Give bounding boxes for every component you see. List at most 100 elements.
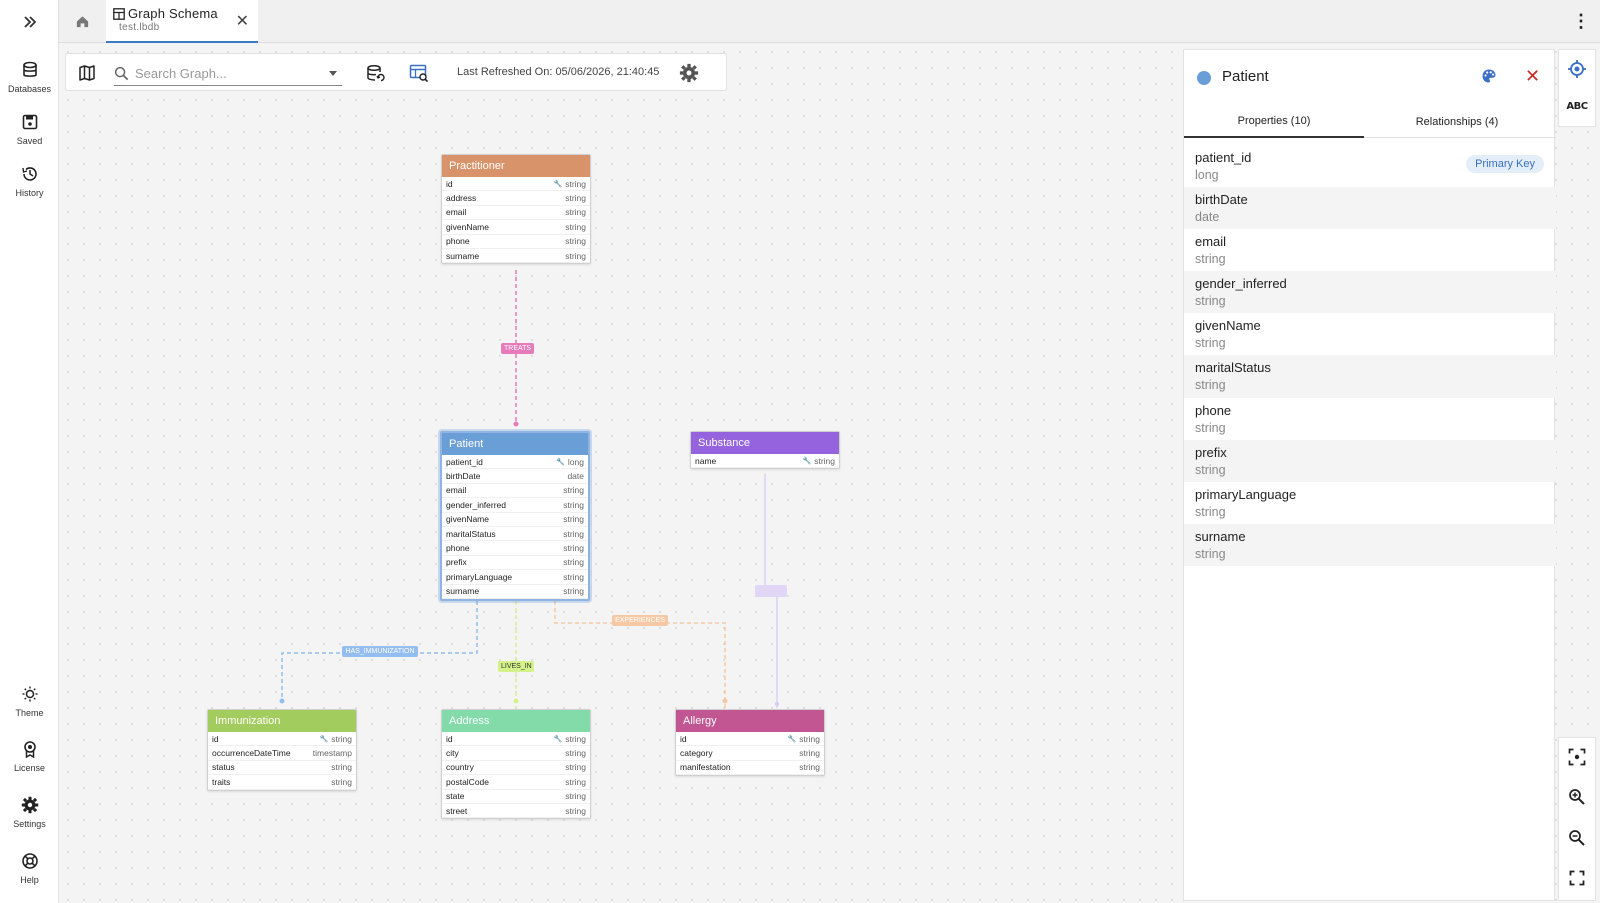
- property-list-item[interactable]: birthDate date: [1184, 187, 1556, 230]
- property-type: string: [565, 748, 586, 759]
- abc-icon: ABC: [1566, 100, 1588, 112]
- node-property-row: id 🔧 string: [676, 732, 824, 747]
- panel-title: Patient: [1222, 68, 1269, 85]
- sidebar-item-settings[interactable]: Settings: [0, 796, 59, 829]
- node-practitioner[interactable]: Practitioner id 🔧 string address string email s…: [441, 154, 591, 265]
- database-icon: [22, 61, 37, 77]
- property-type-cell: string: [565, 251, 586, 261]
- palette-button[interactable]: [1481, 68, 1497, 89]
- property-name: birthDate: [1195, 192, 1248, 208]
- sidebar-item-label: License: [13, 763, 46, 773]
- zoom-in-button[interactable]: [1559, 779, 1595, 815]
- node-immunization[interactable]: Immunization id 🔧 string occurrenceDateTime t…: [207, 709, 357, 791]
- property-type: string: [565, 250, 586, 261]
- edge-label-experiences[interactable]: EXPERIENCES: [612, 615, 668, 626]
- node-property-row: birthDate date: [442, 469, 588, 484]
- locate-button[interactable]: [1559, 51, 1595, 87]
- chevron-down-icon[interactable]: [329, 71, 337, 76]
- node-patient[interactable]: Patient patient_id 🔧 long birthDate date email…: [440, 431, 590, 601]
- fit-view-button[interactable]: [1559, 739, 1595, 775]
- property-name: phone: [1195, 402, 1232, 418]
- key-icon: 🔧: [553, 180, 563, 188]
- node-property-row: surname string: [442, 585, 588, 599]
- property-name: maritalStatus: [1195, 360, 1271, 376]
- schema-view-button[interactable]: [409, 63, 429, 83]
- tab-properties[interactable]: Properties (10): [1184, 106, 1364, 138]
- zoom-out-button[interactable]: [1559, 820, 1595, 856]
- node-property-row: occurrenceDateTime timestamp: [208, 746, 356, 761]
- edge-label-lives-in[interactable]: LIVES_IN: [498, 661, 534, 672]
- sidebar-item-theme[interactable]: Theme: [0, 685, 59, 718]
- more-options-icon[interactable]: ⋮: [1572, 11, 1590, 32]
- sidebar-item-history[interactable]: History: [0, 165, 59, 198]
- sidebar-item-databases[interactable]: Databases: [0, 61, 59, 94]
- property-type: string: [331, 762, 352, 773]
- fullscreen-button[interactable]: [1559, 860, 1595, 896]
- property-name: id: [446, 178, 453, 189]
- toolbar-settings-button[interactable]: [679, 63, 699, 83]
- property-list-item[interactable]: surname string: [1184, 523, 1556, 566]
- node-property-row: country string: [442, 761, 590, 776]
- property-type: string: [1195, 378, 1226, 393]
- property-list-item[interactable]: email string: [1184, 229, 1556, 271]
- node-address[interactable]: Address id 🔧 string city string country string p…: [441, 709, 591, 820]
- close-tab-icon[interactable]: ✕: [236, 11, 249, 31]
- tab-graph-schema[interactable]: Graph Schema test.lbdb ✕: [106, 0, 258, 43]
- search-field[interactable]: [114, 62, 342, 86]
- node-property-row: state string: [442, 790, 590, 804]
- property-list-item[interactable]: givenName string: [1184, 313, 1556, 355]
- property-list-item[interactable]: primaryLanguage string: [1184, 482, 1556, 524]
- table-icon: [113, 7, 125, 20]
- key-icon: 🔧: [802, 457, 812, 465]
- property-list-item[interactable]: maritalStatus string: [1184, 355, 1556, 398]
- property-name: maritalStatus: [446, 528, 496, 539]
- property-type: string: [331, 776, 352, 787]
- node-property-row: id 🔧 string: [442, 177, 590, 192]
- property-type-cell: string: [565, 791, 586, 801]
- edge-label-substance[interactable]: [755, 585, 787, 597]
- close-panel-icon[interactable]: ✕: [1525, 66, 1540, 87]
- search-input[interactable]: [135, 66, 320, 81]
- property-type: string: [565, 805, 586, 816]
- home-tab[interactable]: [59, 0, 105, 43]
- node-allergy[interactable]: Allergy id 🔧 string category string manifestat…: [675, 709, 825, 777]
- toggle-labels-button[interactable]: ABC: [1559, 88, 1595, 124]
- property-name: occurrenceDateTime: [212, 748, 291, 759]
- property-list-item[interactable]: gender_inferred string: [1184, 271, 1556, 314]
- property-type: string: [1195, 336, 1226, 351]
- map-button[interactable]: [77, 63, 97, 83]
- sidebar-item-saved[interactable]: Saved: [0, 113, 59, 146]
- property-list-item[interactable]: phone string: [1184, 398, 1556, 440]
- property-name: prefix: [1195, 444, 1227, 460]
- property-type: string: [565, 178, 586, 189]
- node-details-panel: Patient ✕ Properties (10) Relationships …: [1183, 49, 1556, 901]
- property-type: string: [1195, 546, 1226, 561]
- property-type: date: [1195, 210, 1220, 225]
- property-type: string: [565, 762, 586, 773]
- sidebar-item-license[interactable]: License: [0, 740, 59, 773]
- center-focus-icon: [1568, 748, 1586, 766]
- refresh-schema-button[interactable]: [365, 63, 385, 83]
- edge-label-has-immunization[interactable]: HAS_IMMUNIZATION: [342, 646, 418, 657]
- property-list-item[interactable]: prefix string: [1184, 439, 1556, 482]
- tab-relationships[interactable]: Relationships (4): [1367, 106, 1547, 138]
- sidebar-item-label: History: [15, 188, 44, 198]
- node-property-row: postalCode string: [442, 775, 590, 790]
- property-type-cell: 🔧 long: [556, 457, 584, 467]
- property-type-cell: string: [563, 500, 584, 510]
- property-list-item[interactable]: patient_id long Primary Key: [1184, 145, 1556, 187]
- node-substance[interactable]: Substance name 🔧 string: [690, 431, 840, 470]
- node-property-row: status string: [208, 761, 356, 776]
- node-property-row: traits string: [208, 775, 356, 790]
- panel-tabs: Properties (10) Relationships (4): [1184, 106, 1556, 138]
- sidebar-item-help[interactable]: Help: [0, 852, 59, 885]
- property-type: string: [799, 762, 820, 773]
- expand-sidebar-button[interactable]: [0, 0, 59, 43]
- property-type-cell: string: [331, 777, 352, 787]
- property-name: email: [1195, 234, 1227, 250]
- tab-title: Graph Schema: [128, 6, 218, 21]
- edge-label-treats[interactable]: TREATS: [501, 343, 535, 354]
- property-name: gender_inferred: [446, 499, 507, 510]
- tab-bar: Graph Schema test.lbdb ✕ ⋮: [59, 0, 1600, 43]
- home-icon: [76, 16, 88, 28]
